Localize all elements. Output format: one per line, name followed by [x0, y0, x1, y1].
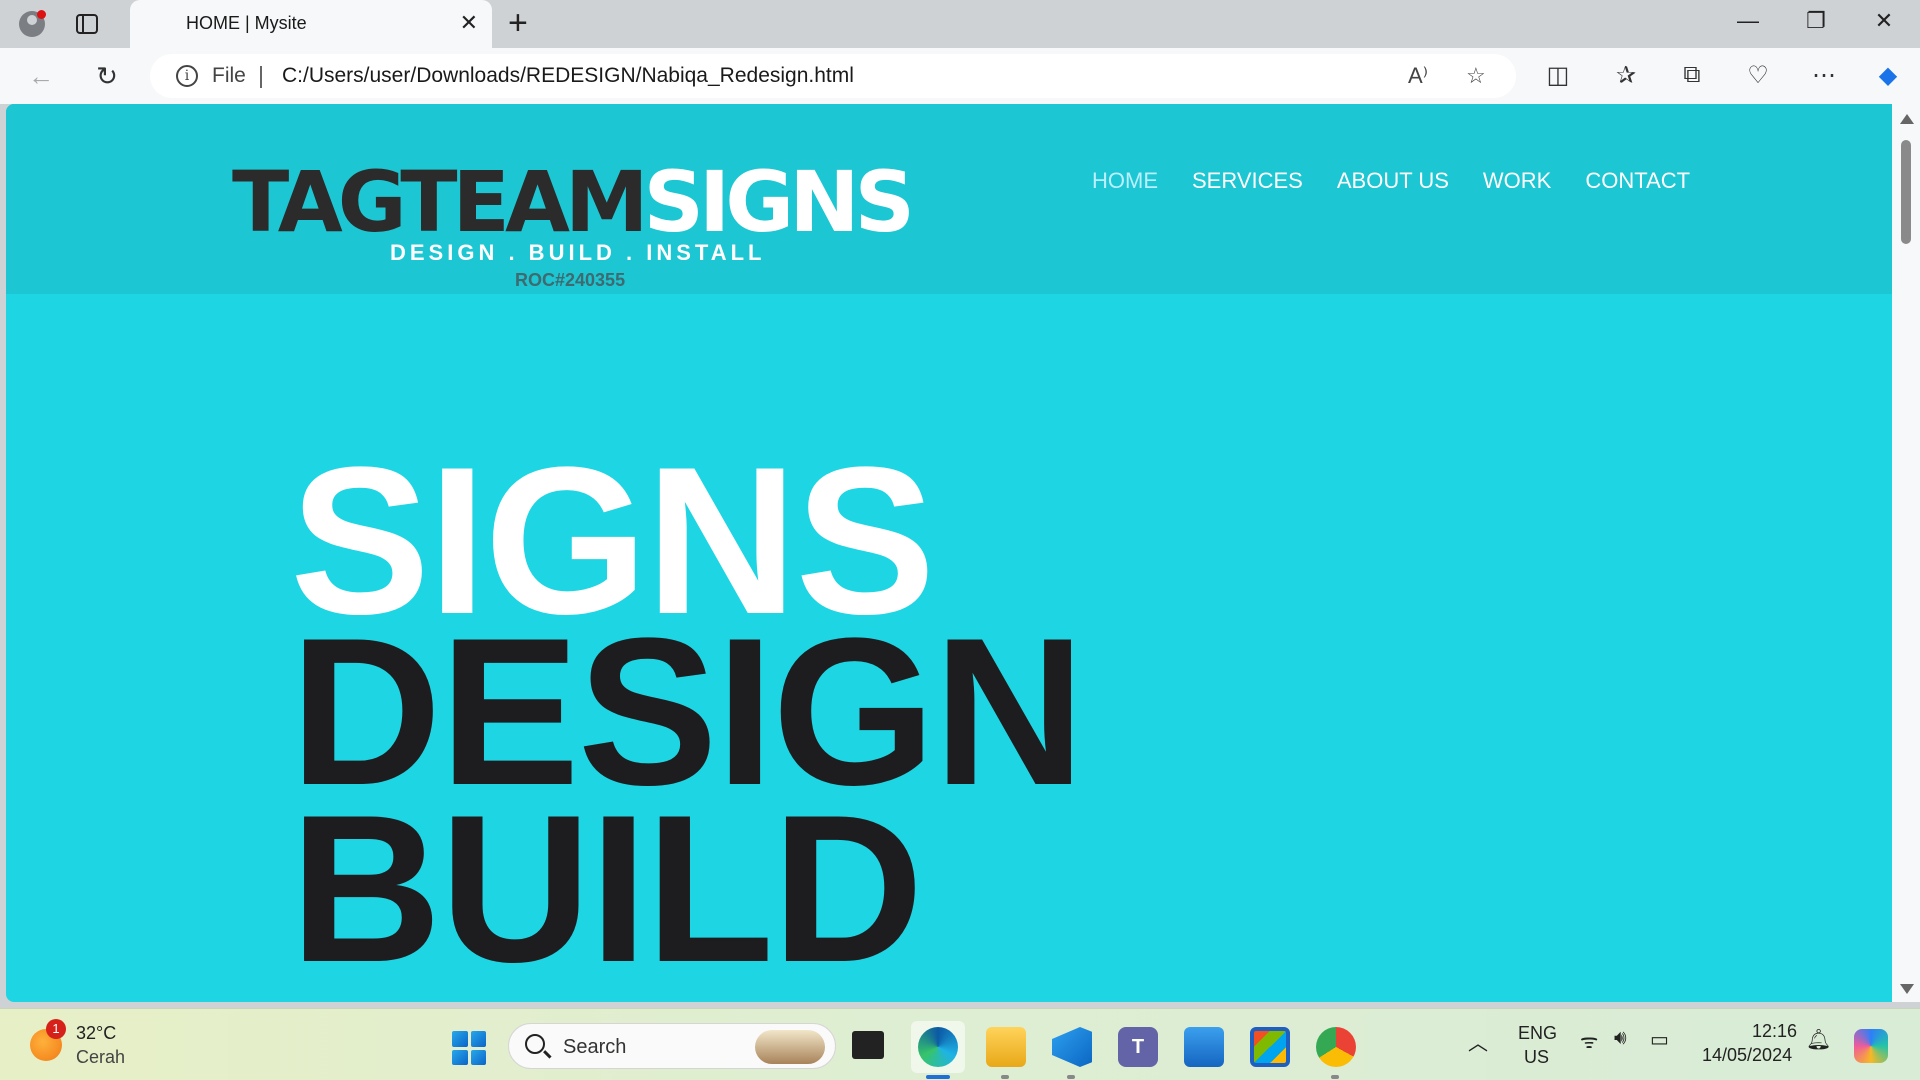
store-icon[interactable] [1250, 1027, 1290, 1067]
language-secondary[interactable]: US [1524, 1047, 1549, 1068]
notification-bell-icon[interactable]: 🔔︎ [1806, 1027, 1831, 1052]
logo-text-light: SIGNS [643, 153, 915, 251]
clock-time[interactable]: 12:16 [1752, 1021, 1797, 1042]
tab-title: HOME | Mysite [186, 13, 307, 33]
explorer-running-indicator [1001, 1075, 1009, 1079]
clock-date[interactable]: 14/05/2024 [1702, 1045, 1792, 1066]
language-primary[interactable]: ENG [1518, 1023, 1557, 1044]
tray-chevron-up-icon[interactable]: ︿ [1468, 1027, 1488, 1056]
refresh-icon[interactable]: ↻ [90, 60, 124, 92]
search-highlight-image [755, 1030, 825, 1064]
site-info-icon[interactable]: i [176, 65, 198, 87]
browser-title-bar: HOME | Mysite ✕ + — ❐ ✕ [0, 0, 1920, 48]
menu-item-work[interactable]: WORK [1483, 168, 1551, 194]
scroll-up-icon[interactable] [1900, 114, 1914, 124]
more-menu-icon[interactable]: ⋯ [1808, 61, 1840, 90]
close-window-icon[interactable]: ✕ [1864, 8, 1904, 34]
profile-avatar-icon[interactable] [14, 8, 50, 40]
split-screen-icon[interactable]: ◫ [1542, 61, 1574, 90]
hero-heading-build: BUILD [290, 771, 924, 1002]
file-explorer-icon[interactable] [986, 1027, 1026, 1067]
start-button[interactable] [452, 1031, 486, 1065]
restore-icon[interactable]: ❐ [1796, 8, 1836, 34]
tab-home[interactable]: HOME | Mysite ✕ [130, 0, 492, 48]
address-bar[interactable]: i File C:/Users/user/Downloads/REDESIGN/… [150, 54, 1516, 98]
taskbar-search[interactable]: Search [508, 1023, 836, 1069]
task-view-icon[interactable] [852, 1031, 884, 1059]
search-placeholder: Search [563, 1036, 627, 1058]
address-separator [260, 66, 262, 88]
site-logo[interactable]: TAGTEAMSIGNS DESIGN . BUILD . INSTALL RO… [232, 160, 922, 290]
page-scrollbar[interactable] [1892, 104, 1920, 1002]
favorites-icon[interactable]: ✰ [1610, 61, 1642, 90]
scrollbar-thumb[interactable] [1901, 140, 1911, 244]
logo-roc-number: ROC#240355 [515, 270, 626, 290]
address-scheme: File [212, 64, 246, 87]
copilot-taskbar-icon[interactable] [1854, 1029, 1888, 1063]
wifi-icon[interactable]: ᯤ [1580, 1027, 1598, 1054]
menu-item-services[interactable]: SERVICES [1192, 168, 1303, 194]
minimize-icon[interactable]: — [1728, 8, 1768, 34]
volume-icon[interactable]: 🔊︎ [1614, 1027, 1627, 1050]
read-aloud-icon[interactable]: A⁾ [1408, 63, 1428, 89]
teams-icon[interactable]: T [1118, 1027, 1158, 1067]
back-icon[interactable]: ← [24, 60, 58, 92]
weather-badge: 1 [46, 1019, 66, 1039]
vscode-icon[interactable] [1052, 1027, 1092, 1067]
collections-icon[interactable]: ⧉ [1676, 61, 1708, 89]
site-header: TAGTEAMSIGNS DESIGN . BUILD . INSTALL RO… [6, 104, 1892, 294]
weather-description[interactable]: Cerah [76, 1047, 125, 1068]
logo-tagline: DESIGN . BUILD . INSTALL [390, 240, 766, 265]
scroll-down-icon[interactable] [1900, 984, 1914, 994]
menu-item-about-us[interactable]: ABOUT US [1337, 168, 1449, 194]
chrome-icon[interactable] [1316, 1027, 1356, 1067]
mail-icon[interactable] [1184, 1027, 1224, 1067]
search-icon [525, 1034, 545, 1054]
menu-item-home[interactable]: HOME [1092, 168, 1158, 194]
browser-essentials-icon[interactable]: ♡ [1742, 61, 1774, 90]
copilot-icon[interactable]: ◆ [1872, 61, 1904, 90]
address-url[interactable]: C:/Users/user/Downloads/REDESIGN/Nabiqa_… [282, 64, 854, 88]
edge-active-indicator [926, 1075, 950, 1079]
new-tab-icon[interactable]: + [508, 6, 528, 40]
taskbar: 1 32°C Cerah Search T ︿ ENG US ᯤ 🔊︎ ▭ 12… [0, 1008, 1920, 1080]
main-menu: HOME SERVICES ABOUT US WORK CONTACT [1092, 168, 1690, 194]
battery-icon[interactable]: ▭ [1650, 1027, 1669, 1052]
favorite-star-icon[interactable]: ☆ [1466, 63, 1486, 89]
edge-browser-icon[interactable] [918, 1027, 958, 1067]
tab-actions-icon[interactable] [74, 11, 100, 37]
close-tab-icon[interactable]: ✕ [460, 12, 478, 34]
weather-temperature[interactable]: 32°C [76, 1023, 116, 1044]
chrome-running-indicator [1331, 1075, 1339, 1079]
vscode-running-indicator [1067, 1075, 1075, 1079]
menu-item-contact[interactable]: CONTACT [1585, 168, 1690, 194]
page-viewport: TAGTEAMSIGNS DESIGN . BUILD . INSTALL RO… [6, 104, 1892, 1002]
logo-text-dark: TAGTEAM [232, 153, 649, 251]
browser-toolbar: ← ↻ i File C:/Users/user/Downloads/REDES… [0, 48, 1920, 104]
